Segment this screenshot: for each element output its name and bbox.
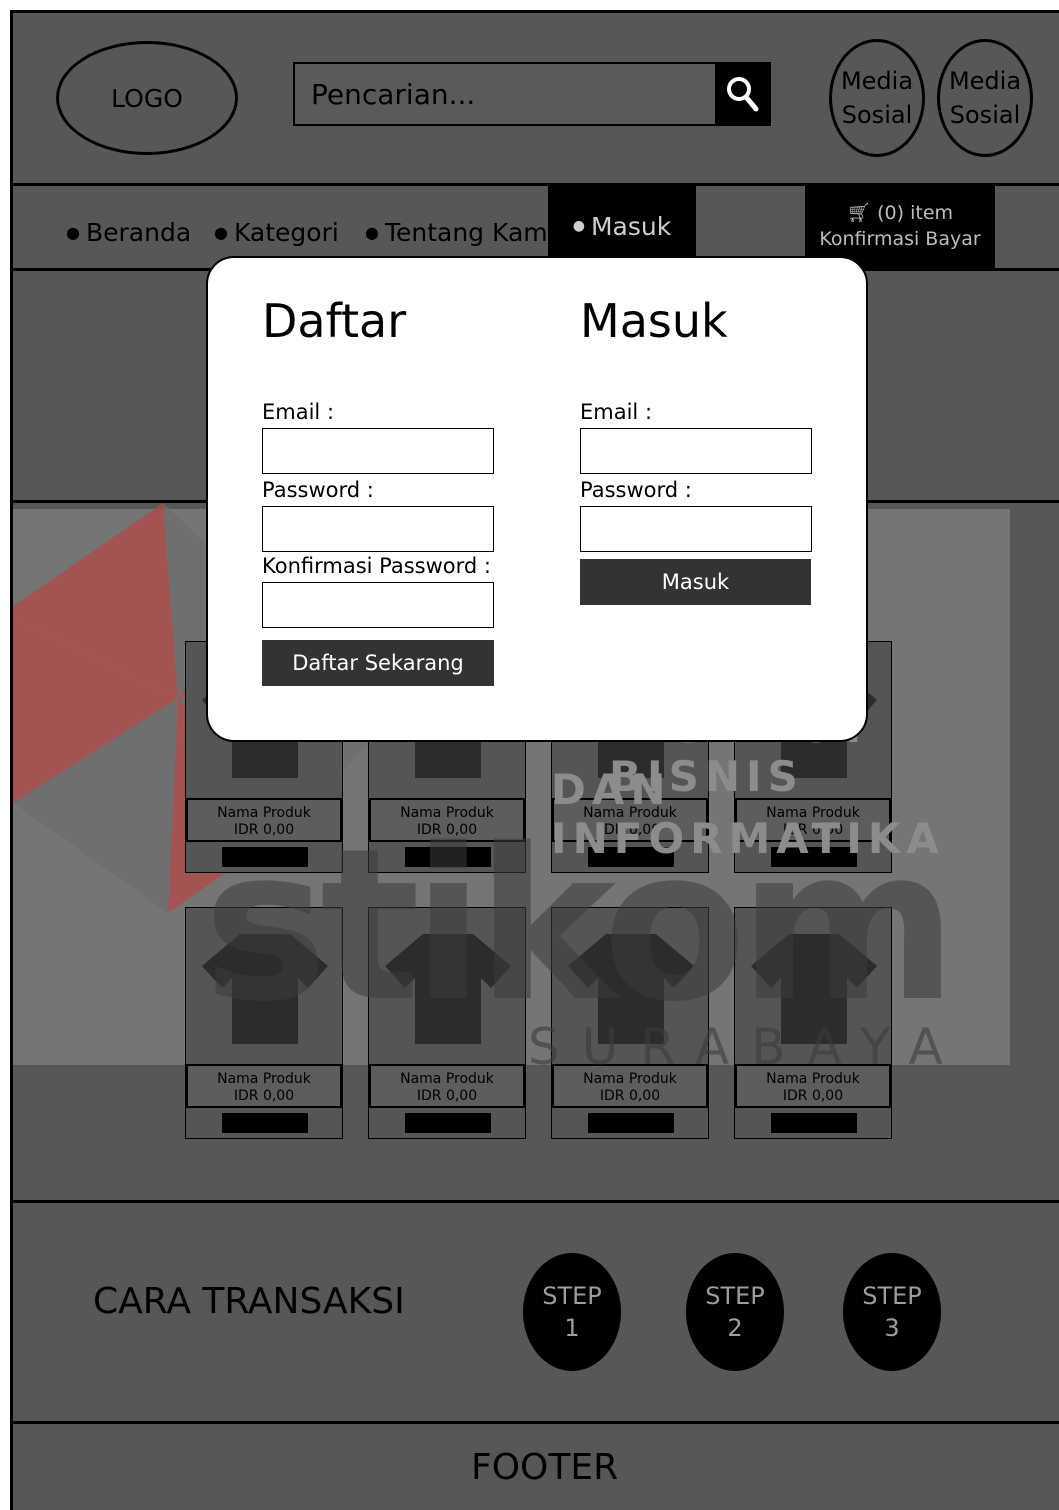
step-1[interactable]: STEP 1 xyxy=(523,1253,621,1371)
bullet-icon: ● xyxy=(572,218,585,234)
login-password-label: Password : xyxy=(580,478,692,502)
cart-icon: 🛒︎ xyxy=(846,202,872,224)
login-button[interactable]: Masuk xyxy=(580,559,811,605)
product-label: Nama Produk IDR 0,00 xyxy=(186,1064,342,1108)
nav-label: Kategori xyxy=(233,217,339,247)
cart-confirm-label: Konfirmasi Bayar xyxy=(819,228,981,250)
watermark-brand: stikom xyxy=(203,803,957,1048)
product-name: Nama Produk xyxy=(217,1071,311,1087)
product-buy-button[interactable] xyxy=(771,1113,857,1133)
bullet-icon: ● xyxy=(365,222,379,242)
step-number: 2 xyxy=(727,1314,743,1342)
nav-beranda[interactable]: ● Beranda xyxy=(66,205,191,259)
login-title: Masuk xyxy=(580,294,728,348)
footer-divider xyxy=(13,1421,1059,1424)
login-email-input[interactable] xyxy=(580,428,812,474)
register-password-label: Password : xyxy=(262,478,374,502)
section-title: CARA TRANSAKSI xyxy=(93,1281,405,1322)
nav-label: Beranda xyxy=(85,217,192,247)
footer-text: FOOTER xyxy=(471,1447,619,1488)
social-label: Sosial xyxy=(949,101,1021,129)
register-title: Daftar xyxy=(262,294,407,348)
register-email-label: Email : xyxy=(262,400,335,424)
nav-label: Masuk xyxy=(590,211,672,241)
social-label: Sosial xyxy=(841,101,913,129)
step-label: STEP xyxy=(542,1282,602,1310)
register-button[interactable]: Daftar Sekarang xyxy=(262,640,494,686)
login-password-input[interactable] xyxy=(580,506,812,552)
product-price: IDR 0,00 xyxy=(782,1088,844,1104)
product-price: IDR 0,00 xyxy=(233,1088,295,1104)
register-confirm-label: Konfirmasi Password : xyxy=(262,554,491,578)
social-media-button-1[interactable]: Media Sosial xyxy=(829,39,925,157)
social-label: Media xyxy=(948,67,1022,95)
product-name: Nama Produk xyxy=(400,1071,494,1087)
search-button[interactable] xyxy=(715,64,769,124)
product-label: Nama Produk IDR 0,00 xyxy=(369,1064,525,1108)
login-email-label: Email : xyxy=(580,400,653,424)
product-buy-button[interactable] xyxy=(405,1113,491,1133)
register-email-input[interactable] xyxy=(262,428,494,474)
logo[interactable]: LOGO xyxy=(56,41,238,155)
bullet-icon: ● xyxy=(214,222,228,242)
nav-kategori[interactable]: ● Kategori xyxy=(214,205,339,259)
product-buy-button[interactable] xyxy=(588,1113,674,1133)
search-icon xyxy=(727,77,759,112)
watermark-city: SURABAYA xyxy=(528,1018,965,1076)
register-confirm-input[interactable] xyxy=(262,582,494,628)
step-label: STEP xyxy=(862,1282,922,1310)
step-3[interactable]: STEP 3 xyxy=(843,1253,941,1371)
logo-text: LOGO xyxy=(111,83,183,113)
nav-tentang-kami[interactable]: ● Tentang Kami xyxy=(365,205,555,259)
step-number: 1 xyxy=(564,1314,580,1342)
step-2[interactable]: STEP 2 xyxy=(686,1253,784,1371)
search-input[interactable] xyxy=(295,64,715,124)
product-price: IDR 0,00 xyxy=(416,1088,478,1104)
step-label: STEP xyxy=(705,1282,765,1310)
products-divider xyxy=(13,1200,1059,1203)
product-buy-button[interactable] xyxy=(222,1113,308,1133)
social-media-button-2[interactable]: Media Sosial xyxy=(937,39,1033,157)
page: LOGO MediaSosial MediaSosial ●Beranda ●K… xyxy=(10,10,1059,1510)
bullet-icon: ● xyxy=(66,222,80,242)
product-price: IDR 0,00 xyxy=(599,1088,661,1104)
step-number: 3 xyxy=(884,1314,900,1342)
nav-label: Tentang Kami xyxy=(384,217,555,247)
search-bar xyxy=(293,62,771,126)
cart-count: (0) item xyxy=(877,202,954,224)
social-label: Media xyxy=(840,67,914,95)
register-password-input[interactable] xyxy=(262,506,494,552)
auth-modal: Daftar Email : Password : Konfirmasi Pas… xyxy=(206,256,868,742)
